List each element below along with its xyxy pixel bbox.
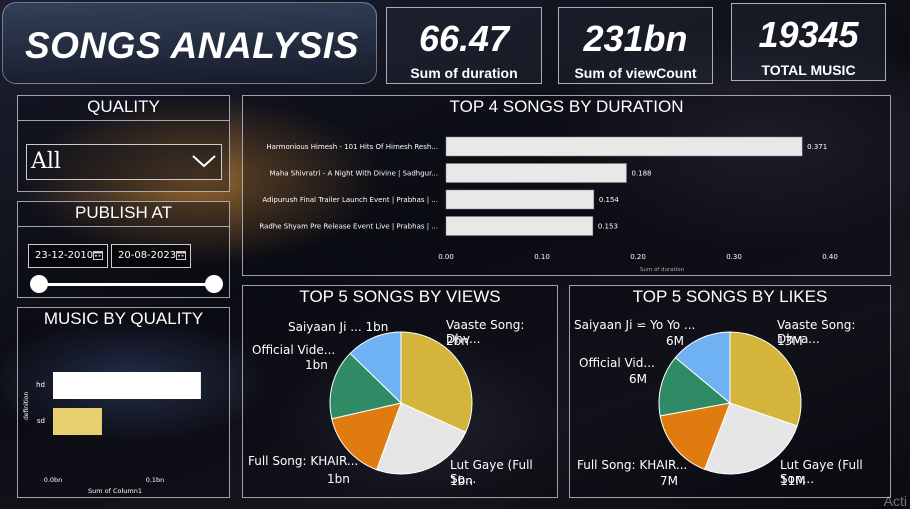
pie-value-label: 1bn [450, 474, 473, 488]
category-label: Radhe Shyam Pre Release Event Live | Pra… [259, 223, 438, 231]
data-label: 0.371 [807, 143, 827, 151]
quality-bar-chart: definition Sum of Column1 0.0bn 0.1bn hd… [23, 372, 201, 495]
category-label: Adipurush Final Trailer Launch Event | P… [262, 196, 438, 204]
quality-slicer: QUALITY All [17, 95, 230, 192]
calendar-icon[interactable] [176, 250, 186, 263]
data-label: 0.153 [598, 223, 618, 231]
kpi-card-total-music: 19345 TOTAL MUSIC [731, 3, 886, 81]
x-tick-label: 0.00 [438, 253, 454, 261]
x-tick-label: 0.10 [534, 253, 550, 261]
x-axis-label: Sum of duration [640, 267, 685, 273]
divider [18, 120, 229, 121]
pie-value-label: 1bn [327, 472, 350, 486]
kpi-value: 231bn [583, 18, 688, 59]
duration-bar[interactable] [445, 216, 594, 236]
pie-value-label: 13M [777, 334, 803, 348]
end-date-value: 20-08-2023 [118, 250, 177, 261]
end-date-input[interactable]: 20-08-2023 [111, 244, 191, 268]
data-label: 0.188 [631, 170, 651, 178]
x-tick-label: 0.0bn [44, 476, 63, 484]
category-label: sd [37, 417, 45, 425]
quality-dropdown[interactable]: All [26, 144, 222, 180]
kpi-label: Sum of duration [410, 65, 518, 81]
publish-at-slicer: PUBLISH AT 23-12-2010 20-08-2023 [17, 201, 230, 298]
divider [18, 226, 229, 227]
pie-value-label: 1bn [305, 358, 328, 372]
start-date-input[interactable]: 23-12-2010 [28, 244, 108, 268]
data-label: 0.154 [599, 196, 620, 204]
date-range-slider-track[interactable] [38, 283, 215, 286]
pie-value-label: 6M [666, 334, 684, 348]
x-tick-label: 0.30 [726, 253, 742, 261]
y-axis-label: definition [23, 392, 30, 420]
pie-value-label: 7M [660, 474, 678, 488]
x-tick-label: 0.40 [822, 253, 838, 261]
duration-bar[interactable] [445, 136, 803, 157]
pie-value-label: 2bn [446, 334, 469, 348]
kpi-value: 66.47 [418, 18, 510, 59]
kpi-value: 19345 [758, 14, 859, 55]
category-label: Harmonious Himesh - 101 Hits Of Himesh R… [266, 143, 438, 151]
top-songs-by-views-chart: TOP 5 SONGS BY VIEWS Saiyaan Ji ... 1bn … [242, 285, 558, 498]
category-label: Maha Shivratri - A Night With Divine | S… [270, 170, 439, 178]
x-tick-label: 0.20 [630, 253, 646, 261]
quality-dropdown-value: All [31, 149, 61, 174]
duration-bar[interactable] [445, 163, 627, 183]
kpi-label: TOTAL MUSIC [761, 62, 856, 78]
chevron-down-icon [191, 153, 217, 173]
page-title: SONGS ANALYSIS [25, 25, 359, 66]
kpi-card-duration: 66.47 Sum of duration [386, 7, 542, 84]
pie-value-label: 11M [780, 474, 806, 488]
header-bar: SONGS ANALYSIS [2, 2, 377, 84]
top-songs-by-duration-chart: TOP 4 SONGS BY DURATION Sum of duration … [242, 95, 891, 276]
pie-label: Saiyaan Ji ... 1bn [288, 320, 389, 334]
duration-bar[interactable] [445, 189, 595, 210]
duration-bar-chart: Sum of duration Harmonious Himesh - 101 … [259, 136, 838, 273]
pie-label: Official Vid... [579, 356, 655, 370]
pie-value-label: 6M [629, 372, 647, 386]
top-songs-by-likes-chart: TOP 5 SONGS BY LIKES Saiyaan Ji ⋍ Yo Yo … [569, 285, 891, 498]
date-range-slider-start-handle[interactable] [30, 275, 48, 293]
publish-slicer-title: PUBLISH AT [75, 203, 172, 222]
pie-label: Official Vide... [252, 343, 336, 357]
pie-label: Saiyaan Ji ⋍ Yo Yo ... [574, 318, 696, 332]
pie-label: Full Song: KHAIR... [248, 454, 359, 468]
date-range-slider-end-handle[interactable] [205, 275, 223, 293]
kpi-label: Sum of viewCount [574, 65, 697, 81]
music-by-quality-chart: MUSIC BY QUALITY definition Sum of Colum… [17, 307, 230, 498]
x-tick-label: 0.1bn [146, 476, 165, 484]
pie-label: Full Song: KHAIR... [577, 458, 688, 472]
quality-slicer-title: QUALITY [87, 97, 160, 116]
kpi-card-viewcount: 231bn Sum of viewCount [558, 7, 713, 84]
quality-bar[interactable] [53, 408, 102, 435]
category-label: hd [36, 381, 45, 389]
calendar-icon[interactable] [93, 250, 103, 263]
x-axis-label: Sum of Column1 [88, 487, 142, 495]
quality-bar[interactable] [53, 372, 201, 399]
activation-watermark: Acti [883, 493, 907, 509]
start-date-value: 23-12-2010 [35, 250, 94, 261]
